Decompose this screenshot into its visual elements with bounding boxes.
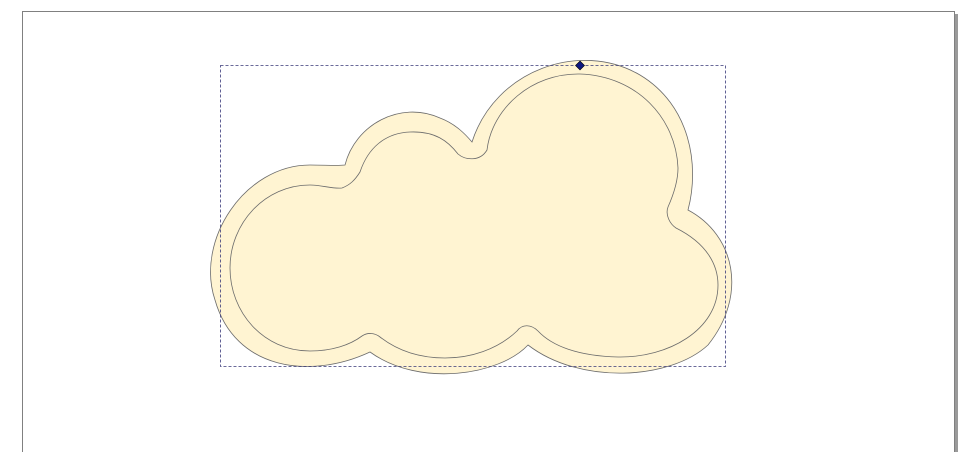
drawing-canvas[interactable] [0, 0, 970, 452]
canvas-drawing-layer [210, 60, 733, 375]
